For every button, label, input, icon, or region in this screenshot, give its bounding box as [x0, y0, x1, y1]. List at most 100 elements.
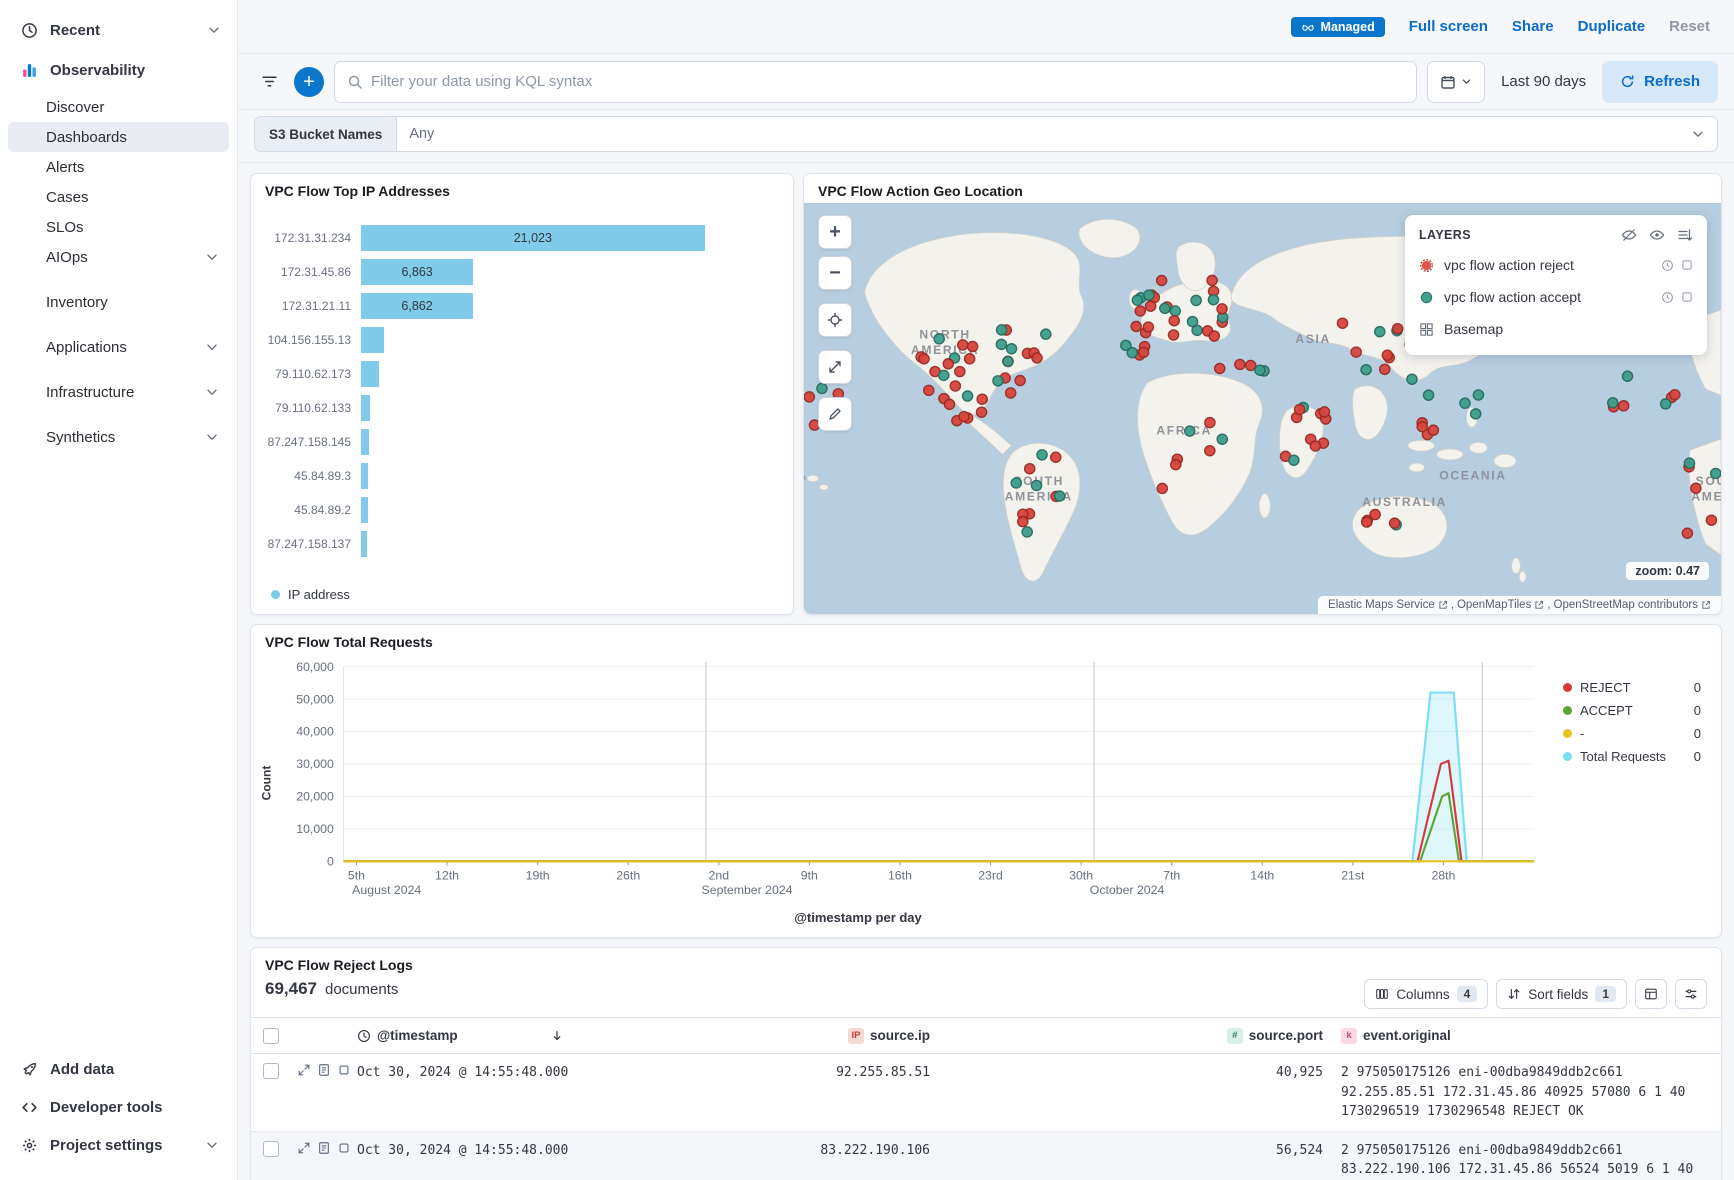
- chevron-down-icon: [207, 23, 221, 37]
- legend-item[interactable]: ACCEPT0: [1563, 703, 1701, 718]
- bar[interactable]: 6,863: [361, 259, 473, 285]
- expand-row-icon[interactable]: [297, 1141, 311, 1155]
- layer-list-icon[interactable]: [1677, 227, 1693, 243]
- sidebar-item-alerts[interactable]: Alerts: [8, 152, 229, 182]
- sidebar-item-inventory[interactable]: Inventory: [8, 287, 229, 317]
- table-row[interactable]: Oct 30, 2024 @ 14:55:48.00092.255.85.514…: [251, 1054, 1721, 1132]
- date-picker-button[interactable]: [1427, 61, 1485, 103]
- column-header-event-original[interactable]: k event.original: [1329, 1028, 1721, 1044]
- locate-button[interactable]: [818, 303, 852, 337]
- select-doc-icon[interactable]: [337, 1063, 351, 1077]
- fit-extent-button[interactable]: [818, 350, 852, 384]
- select-doc-icon[interactable]: [337, 1141, 351, 1155]
- nav-observability[interactable]: Observability: [0, 50, 237, 90]
- sidebar-item-synthetics[interactable]: Synthetics: [8, 422, 229, 452]
- display-options-button[interactable]: [1635, 979, 1667, 1009]
- bar[interactable]: 6,862: [361, 293, 473, 319]
- row-checkbox[interactable]: [263, 1063, 279, 1079]
- eye-slash-icon[interactable]: [1621, 227, 1637, 243]
- control-chevron-button[interactable]: [1679, 127, 1717, 141]
- svg-text:2nd: 2nd: [709, 868, 730, 882]
- grid-settings-button[interactable]: [1675, 979, 1707, 1009]
- refresh-button[interactable]: Refresh: [1602, 61, 1718, 103]
- series-accept: [344, 793, 1534, 861]
- share-button[interactable]: Share: [1512, 18, 1554, 35]
- attribution-link[interactable]: Elastic Maps Service: [1328, 599, 1448, 611]
- bar[interactable]: [361, 463, 368, 489]
- add-filter-button[interactable]: +: [294, 67, 324, 97]
- s3-bucket-control[interactable]: S3 Bucket Names Any: [254, 116, 1718, 152]
- bar[interactable]: [361, 429, 369, 455]
- column-header-source-port[interactable]: # source.port: [936, 1028, 1329, 1044]
- managed-badge[interactable]: Managed: [1291, 17, 1385, 37]
- reject-point: [943, 359, 953, 369]
- table-row[interactable]: Oct 30, 2024 @ 14:55:48.00083.222.190.10…: [251, 1132, 1721, 1180]
- footer-item-project-settings[interactable]: Project settings: [8, 1126, 229, 1164]
- bar[interactable]: [361, 531, 367, 557]
- kql-search-box[interactable]: [334, 61, 1417, 103]
- legend-item[interactable]: Total Requests0: [1563, 749, 1701, 764]
- columns-button[interactable]: Columns 4: [1364, 979, 1488, 1009]
- legend-item[interactable]: REJECT0: [1563, 680, 1701, 695]
- sidebar-item-aiops[interactable]: AIOps: [8, 242, 229, 272]
- zoom-level-badge: zoom: 0.47: [1626, 562, 1709, 580]
- control-value[interactable]: Any: [397, 126, 1679, 142]
- reject-point: [1207, 275, 1217, 285]
- reset-button[interactable]: Reset: [1669, 18, 1710, 35]
- zoom-out-button[interactable]: −: [818, 256, 852, 290]
- sidebar-item-label: Discover: [46, 99, 104, 116]
- bar[interactable]: 21,023: [361, 225, 705, 251]
- view-document-icon[interactable]: [317, 1141, 331, 1155]
- svg-text:30,000: 30,000: [296, 757, 334, 771]
- sidebar-item-applications[interactable]: Applications: [8, 332, 229, 362]
- reject-point: [1205, 418, 1215, 428]
- eye-icon[interactable]: [1649, 227, 1665, 243]
- filter-menu-button[interactable]: [254, 67, 284, 97]
- sidebar-item-dashboards[interactable]: Dashboards: [8, 122, 229, 152]
- world-map[interactable]: NORTHAMERICASOUTHAMERICAAFRICAASIAOCEANI…: [804, 203, 1721, 614]
- bar[interactable]: [361, 395, 370, 421]
- bar[interactable]: [361, 361, 379, 387]
- full-screen-button[interactable]: Full screen: [1409, 18, 1488, 35]
- sidebar-item-slos[interactable]: SLOs: [8, 212, 229, 242]
- footer-item-add-data[interactable]: Add data: [8, 1050, 229, 1088]
- sidebar-item-cases[interactable]: Cases: [8, 182, 229, 212]
- attribution-link[interactable]: OpenMapTiles: [1457, 599, 1544, 611]
- table-toolbar: Columns 4 Sort fields 1: [1364, 979, 1707, 1009]
- footer-item-developer-tools[interactable]: Developer tools: [8, 1088, 229, 1126]
- layer-checkbox-icon[interactable]: [1681, 291, 1693, 303]
- layer-row-accept[interactable]: vpc flow action accept: [1419, 281, 1693, 313]
- attribution-link[interactable]: OpenStreetMap contributors: [1554, 599, 1711, 611]
- sort-desc-icon[interactable]: [550, 1029, 564, 1043]
- control-label[interactable]: S3 Bucket Names: [255, 117, 397, 151]
- legend-item[interactable]: -0: [1563, 726, 1701, 741]
- row-checkbox[interactable]: [263, 1141, 279, 1157]
- legend-label: REJECT: [1580, 680, 1631, 695]
- top-ip-legend[interactable]: IP address: [251, 577, 793, 614]
- duplicate-button[interactable]: Duplicate: [1578, 18, 1646, 35]
- sidebar-item-discover[interactable]: Discover: [8, 92, 229, 122]
- expand-row-icon[interactable]: [297, 1063, 311, 1077]
- column-header-source-ip[interactable]: IP source.ip: [751, 1028, 936, 1044]
- time-range-label[interactable]: Last 90 days: [1495, 73, 1592, 90]
- layer-checkbox-icon[interactable]: [1681, 259, 1693, 271]
- svg-text:September 2024: September 2024: [702, 883, 793, 897]
- reject-point: [965, 354, 975, 364]
- nav-recent[interactable]: Recent: [0, 10, 237, 50]
- zoom-in-button[interactable]: +: [818, 215, 852, 249]
- draw-tools-button[interactable]: [818, 397, 852, 431]
- column-header-timestamp[interactable]: @timestamp: [351, 1028, 751, 1043]
- bar[interactable]: [361, 497, 368, 523]
- sort-fields-button[interactable]: Sort fields 1: [1496, 979, 1627, 1009]
- sidebar-item-infrastructure[interactable]: Infrastructure: [8, 377, 229, 407]
- select-all-checkbox[interactable]: [263, 1028, 279, 1044]
- kql-search-input[interactable]: [371, 73, 1404, 90]
- layer-row-reject[interactable]: vpc flow action reject: [1419, 249, 1693, 281]
- view-document-icon[interactable]: [317, 1063, 331, 1077]
- layer-row-basemap[interactable]: Basemap: [1419, 313, 1693, 345]
- legend-value: 0: [1694, 703, 1701, 718]
- total-requests-chart[interactable]: 010,00020,00030,00040,00050,00060,0005th…: [275, 656, 1549, 910]
- reject-point: [1143, 322, 1153, 332]
- bar[interactable]: [361, 327, 384, 353]
- reject-point: [1157, 483, 1167, 493]
